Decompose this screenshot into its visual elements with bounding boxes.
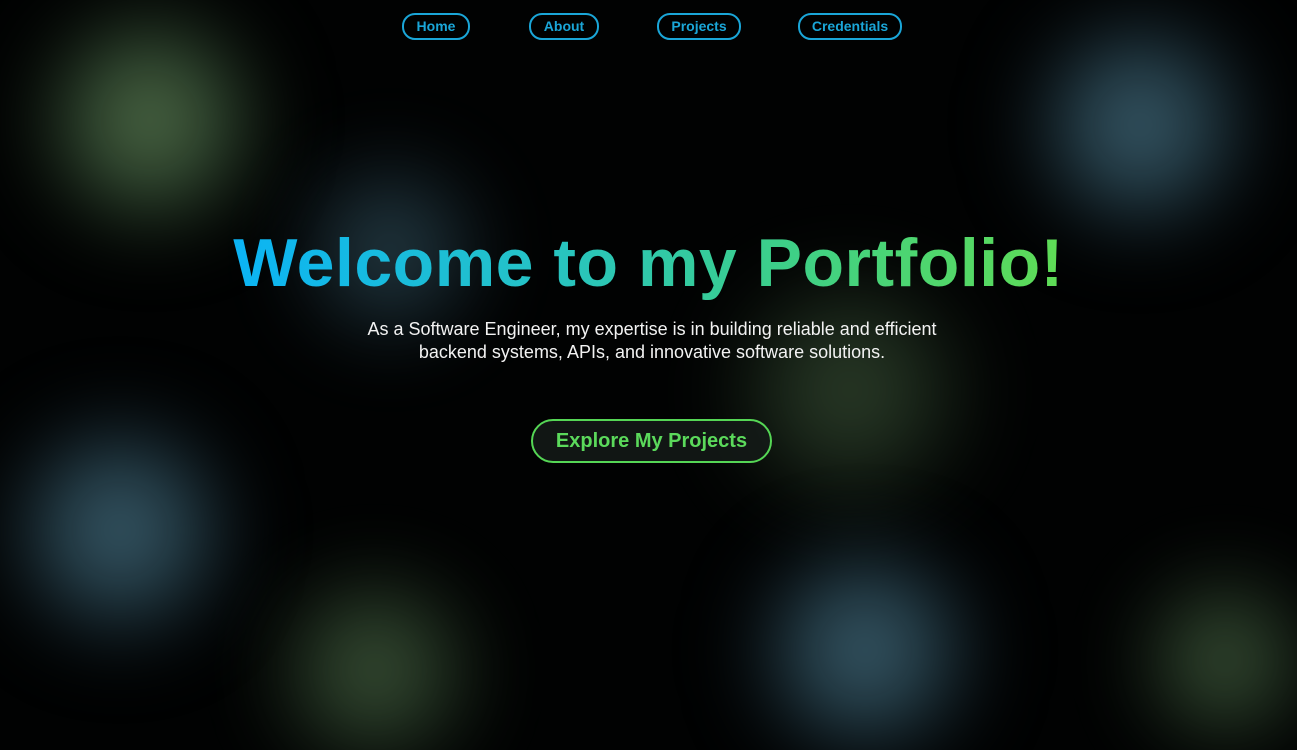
background-blob bbox=[1130, 560, 1297, 750]
hero-title-text: Welcome to my Portfolio! bbox=[233, 225, 1064, 301]
nav-credentials-button[interactable]: Credentials bbox=[798, 13, 902, 40]
explore-projects-button[interactable]: Explore My Projects bbox=[531, 419, 772, 463]
nav-home-button[interactable]: Home bbox=[402, 13, 470, 40]
top-nav: Home About Projects Credentials bbox=[0, 13, 1297, 40]
background-blob bbox=[250, 570, 500, 750]
background-blob bbox=[700, 270, 1000, 510]
hero-title: Welcome to my Portfolio! bbox=[0, 222, 1297, 304]
nav-about-button[interactable]: About bbox=[529, 13, 599, 40]
hero-subtitle: As a Software Engineer, my expertise is … bbox=[348, 318, 956, 364]
nav-projects-button[interactable]: Projects bbox=[657, 13, 741, 40]
hero-subtitle-line-1: As a Software Engineer, my expertise is … bbox=[367, 319, 937, 339]
page-root: Home About Projects Credentials Welcome … bbox=[0, 0, 1297, 750]
background-blob bbox=[730, 540, 1000, 750]
background-blob bbox=[1010, 10, 1270, 240]
background-blob bbox=[0, 400, 240, 660]
hero-subtitle-line-2: backend systems, APIs, and innovative so… bbox=[418, 342, 886, 362]
